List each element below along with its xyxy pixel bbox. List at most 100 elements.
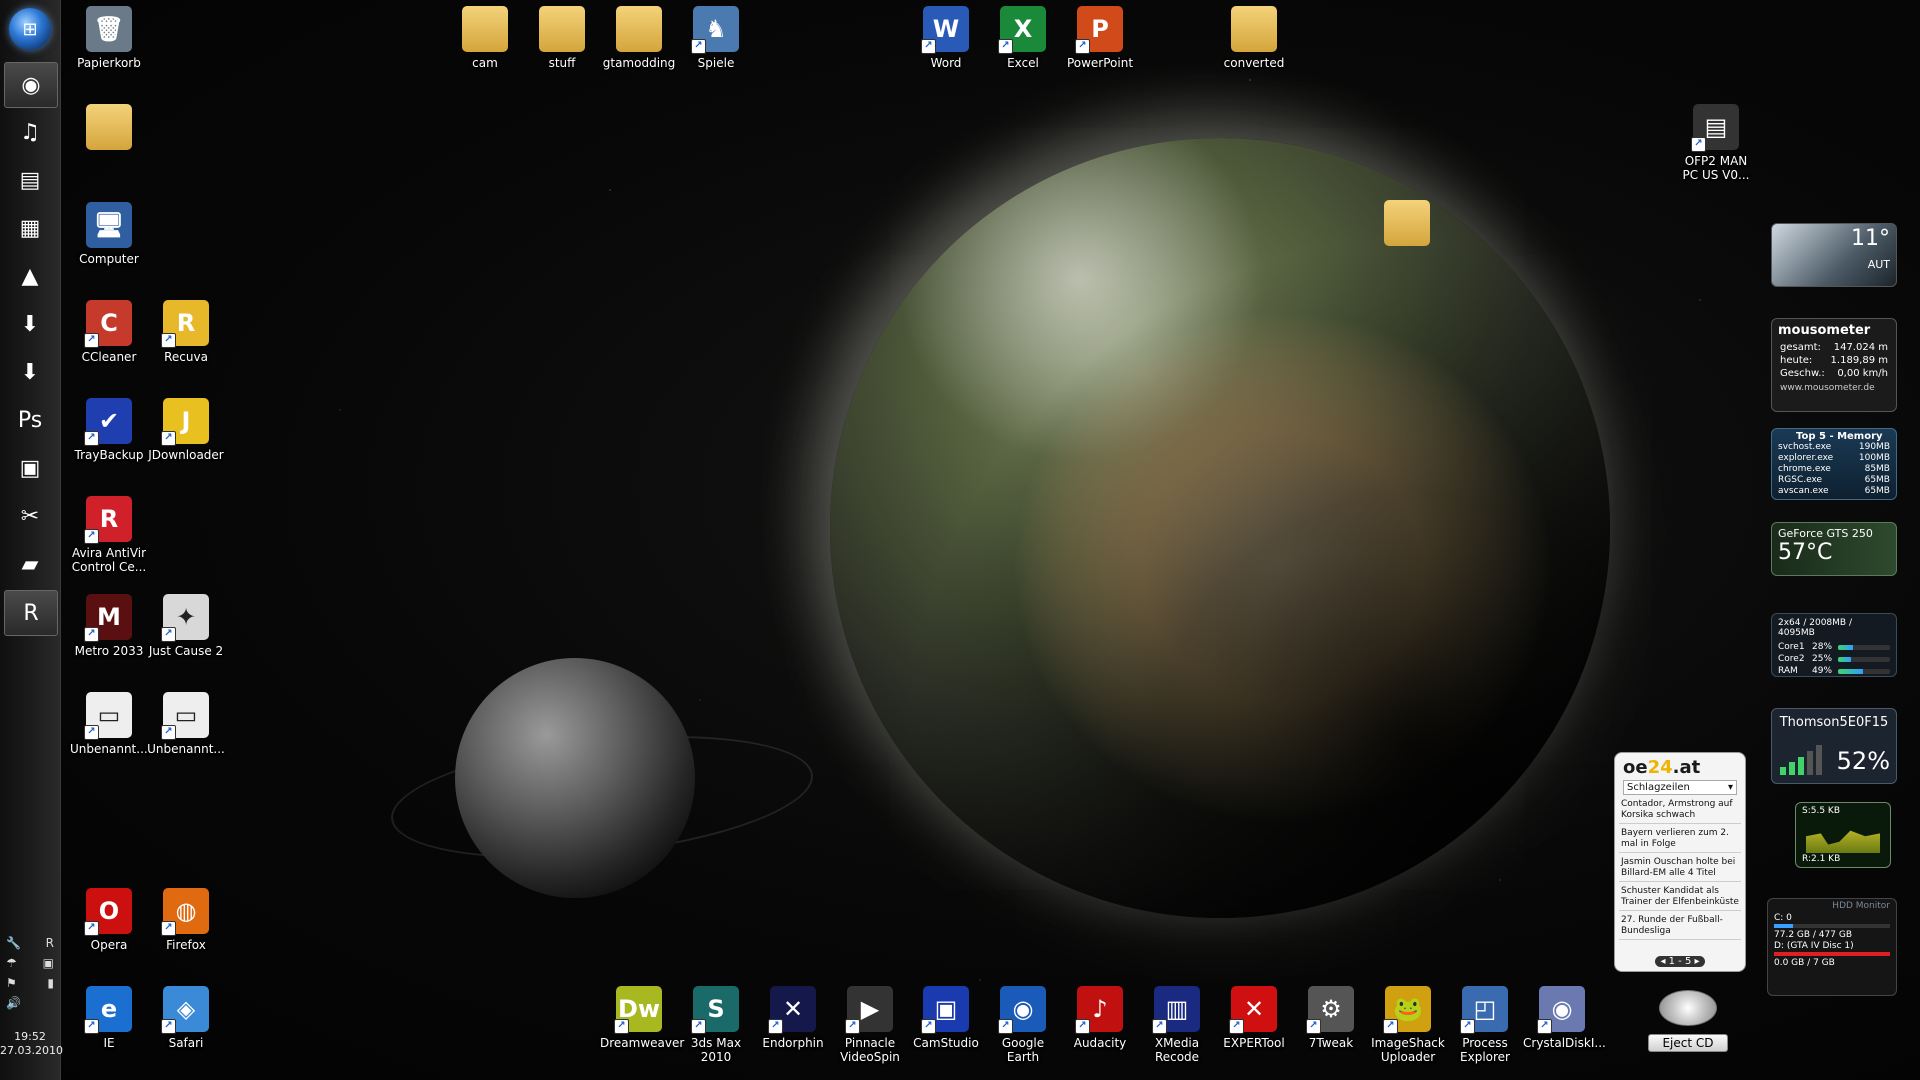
desktop-icon-ofp2-man-pc-us-v0[interactable]: ▤ ↗ OFP2 MAN PC US V0... — [1677, 104, 1755, 182]
shortcut-arrow-icon: ↗ — [161, 627, 176, 642]
desktop-icon-process-explorer[interactable]: ◰ ↗ Process Explorer — [1446, 986, 1524, 1064]
desktop-icon-label: Just Cause 2 — [148, 644, 224, 658]
desktop-icon-unbenannt[interactable]: ▭ ↗ Unbenannt.... — [70, 692, 152, 756]
taskbar-chrome-button[interactable]: ◉ — [4, 62, 58, 108]
rockstar-icon[interactable]: R — [46, 936, 54, 950]
shortcut-arrow-icon: ↗ — [691, 39, 706, 54]
volume-icon[interactable]: 🔊 — [6, 996, 21, 1010]
news-item[interactable]: 27. Runde der Fußball-Bundesliga — [1619, 913, 1741, 940]
taskbar-vlc-button[interactable]: ▲ — [4, 254, 56, 298]
start-button[interactable]: ⊞ — [9, 8, 51, 50]
desktop-icon-firefox[interactable]: ◍ ↗ Firefox — [147, 888, 225, 952]
desktop-icon-label: Recuva — [164, 350, 208, 364]
news-item[interactable]: Jasmin Ouschan holte bei Billard-EM alle… — [1619, 855, 1741, 882]
desktop-icon-imageshack-uploader[interactable]: 🐸 ↗ ImageShack Uploader — [1369, 986, 1447, 1064]
tray-app-icon[interactable]: ▣ — [43, 956, 54, 970]
desktop-icon-avira-antivir-control-ce[interactable]: R ↗ Avira AntiVir Control Ce... — [70, 496, 148, 574]
news-gadget[interactable]: oe24.at Schlagzeilen ▾ Contador, Armstron… — [1614, 752, 1746, 972]
desktop-icon-traybackup[interactable]: ✔ ↗ TrayBackup — [70, 398, 148, 462]
avira-tray-icon[interactable]: ☂ — [6, 956, 17, 970]
desktop-icon-ie[interactable]: e ↗ IE — [70, 986, 148, 1050]
desktop-icon-ccleaner[interactable]: C ↗ CCleaner — [70, 300, 148, 364]
taskbar-avira-button[interactable]: R — [4, 590, 58, 636]
desktop-icon-computer[interactable]: 🖥 Computer — [70, 202, 148, 266]
desktop-icon-label: Computer — [79, 252, 139, 266]
taskbar-download-manager-button[interactable]: ⬇ — [4, 302, 56, 346]
desktop-icon-stuff[interactable]: stuff — [523, 6, 601, 70]
taskbar-clock[interactable]: 19:52 27.03.2010 — [0, 1030, 63, 1058]
desktop-icon-gtamodding[interactable]: gtamodding — [600, 6, 678, 70]
desktop-icon-dreamweaver[interactable]: Dw ↗ Dreamweaver — [600, 986, 684, 1050]
flag-icon[interactable]: ⚑ — [6, 976, 17, 990]
shortcut-arrow-icon: ↗ — [1306, 1019, 1321, 1034]
weather-gadget[interactable]: 11° AUT — [1771, 223, 1897, 287]
desktop-icon-converted[interactable]: converted — [1215, 6, 1293, 70]
desktop-icon-unbenannt[interactable]: ▭ ↗ Unbenannt... — [147, 692, 225, 756]
mousometer-gadget[interactable]: mousometer gesamt: 147.024 m heute: 1.189,… — [1771, 318, 1897, 412]
news-item[interactable]: Contador, Armstrong auf Korsika schwach — [1619, 797, 1741, 824]
taskbar-explorer-button[interactable]: ▤ — [4, 158, 56, 202]
taskbar-acrobat-button[interactable]: ▦ — [4, 206, 56, 250]
taskbar-remote-desktop-button[interactable]: ▣ — [4, 446, 56, 490]
desktop-icon-cam[interactable]: cam — [446, 6, 524, 70]
desktop-icon-xmedia-recode[interactable]: ▥ ↗ XMedia Recode — [1138, 986, 1216, 1064]
desktop-icon-opera[interactable]: O ↗ Opera — [70, 888, 148, 952]
pdf-icon: ▤ ↗ — [1691, 104, 1739, 152]
cpu-gadget[interactable]: 2x64 / 2008MB / 4095MB Core1 28% Core2 25% R… — [1771, 613, 1897, 677]
taskbar-sticky-notes-button[interactable]: ▰ — [4, 542, 56, 586]
wifi-gadget[interactable]: Thomson5E0F15 52% — [1771, 708, 1897, 784]
gpu-gadget[interactable]: GeForce GTS 250 57°C — [1771, 522, 1897, 576]
desktop-icon-unlabeled-1[interactable] — [70, 104, 148, 154]
news-pager[interactable]: ◂ 1 - 5 ▸ — [1655, 956, 1705, 967]
taskbar-snipping-tool-button[interactable]: ✂ — [4, 494, 56, 538]
desktop-icon-recuva[interactable]: R ↗ Recuva — [147, 300, 225, 364]
desktop-icon-7tweak[interactable]: ⚙ ↗ 7Tweak — [1292, 986, 1370, 1050]
procexp-icon: ◰ ↗ — [1460, 986, 1508, 1034]
taskbar-itunes-button[interactable]: ♫ — [4, 110, 56, 154]
desktop-icon-3ds-max-2010[interactable]: S ↗ 3ds Max 2010 — [677, 986, 755, 1064]
desktop-icon-endorphin[interactable]: ✕ ↗ Endorphin — [754, 986, 832, 1050]
desktop-icon-metro-2033[interactable]: M ↗ Metro 2033 — [70, 594, 148, 658]
eject-cd-button[interactable]: Eject CD — [1648, 1034, 1728, 1052]
desktop-icon-unlabeled-25[interactable] — [1368, 200, 1446, 250]
shortcut-arrow-icon: ↗ — [84, 333, 99, 348]
shortcut-arrow-icon: ↗ — [84, 431, 99, 446]
desktop-icon-papierkorb[interactable]: 🗑 Papierkorb — [70, 6, 148, 70]
signal-icon[interactable]: ▮ — [47, 976, 54, 990]
endorphin-icon: ✕ ↗ — [768, 986, 816, 1034]
computer-icon: 🖥 — [86, 202, 132, 248]
desktop-icon-camstudio[interactable]: ▣ ↗ CamStudio — [907, 986, 985, 1050]
desktop-icon-powerpoint[interactable]: P ↗ PowerPoint — [1061, 6, 1139, 70]
news-item[interactable]: Bayern verlieren zum 2. mal in Folge — [1619, 826, 1741, 853]
desktop-icon-label: gtamodding — [602, 56, 676, 70]
shortcut-arrow-icon: ↗ — [1152, 1019, 1167, 1034]
desktop-icon-spiele[interactable]: ♞ ↗ Spiele — [677, 6, 755, 70]
cpu-row: Core1 28% — [1778, 642, 1890, 653]
desktop-icon-crystaldiski[interactable]: ◉ ↗ CrystalDiskI... — [1523, 986, 1606, 1050]
eject-cd-gadget[interactable]: Eject CD — [1648, 990, 1728, 1060]
shortcut-arrow-icon: ↗ — [1075, 1019, 1090, 1034]
network-gadget[interactable]: S:5.5 KB R:2.1 KB — [1795, 802, 1891, 868]
desktop-icon-just-cause-2[interactable]: ✦ ↗ Just Cause 2 — [147, 594, 225, 658]
news-item[interactable]: Schuster Kandidat als Trainer der Elfenb… — [1619, 884, 1741, 911]
taskbar-download-manager-2-button[interactable]: ⬇ — [4, 350, 56, 394]
crystaldisk-icon: ◉ ↗ — [1537, 986, 1585, 1034]
desktop-icon-label: converted — [1223, 56, 1285, 70]
desktop-icon-pinnacle-videospin[interactable]: ▶ ↗ Pinnacle VideoSpin — [831, 986, 909, 1064]
desktop-icon-audacity[interactable]: ♪ ↗ Audacity — [1061, 986, 1139, 1050]
safari-icon: ◈ ↗ — [161, 986, 209, 1034]
mousometer-footer[interactable]: www.mousometer.de — [1780, 383, 1888, 393]
image-icon: ▭ ↗ — [84, 692, 132, 740]
taskbar-photoshop-button[interactable]: Ps — [4, 398, 56, 442]
desktop-icon-word[interactable]: W ↗ Word — [907, 6, 985, 70]
desktop-icon-jdownloader[interactable]: J ↗ JDownloader — [147, 398, 225, 462]
desktop-icon-safari[interactable]: ◈ ↗ Safari — [147, 986, 225, 1050]
news-category-select[interactable]: Schlagzeilen ▾ — [1623, 780, 1737, 795]
memory-gadget[interactable]: Top 5 - Memory svchost.exe 190MB explorer… — [1771, 428, 1897, 500]
hdd-gadget[interactable]: HDD Monitor C: 0 77.2 GB / 477 GB D: (GTA … — [1767, 898, 1897, 996]
desktop-icon-google-earth[interactable]: ◉ ↗ Google Earth — [984, 986, 1062, 1064]
network-icon[interactable]: 🔧 — [6, 936, 21, 950]
desktop-icon-excel[interactable]: X ↗ Excel — [984, 6, 1062, 70]
audacity-icon: ♪ ↗ — [1075, 986, 1123, 1034]
desktop-icon-expertool[interactable]: ✕ ↗ EXPERTool — [1215, 986, 1293, 1050]
